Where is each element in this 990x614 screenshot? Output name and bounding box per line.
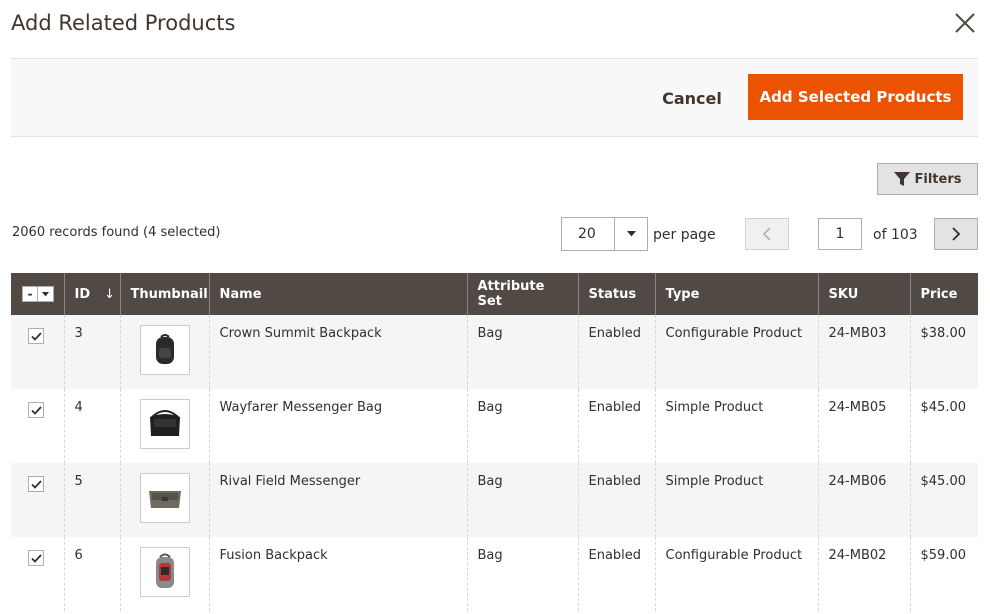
column-header-id[interactable]: ID ↓ <box>63 273 120 315</box>
column-header-sku[interactable]: SKU <box>817 273 910 315</box>
close-icon[interactable] <box>952 10 978 36</box>
column-header-thumbnail: Thumbnail <box>119 273 209 315</box>
cell-attribute-set: Bag <box>466 315 578 389</box>
total-pages: of 103 <box>873 227 918 243</box>
cell-attribute-set: Bag <box>466 537 578 611</box>
table-row[interactable]: 4 Wayfarer Messenger Bag Bag Enabled Sim… <box>11 389 978 463</box>
previous-page-button[interactable] <box>745 218 789 250</box>
messenger-bag-image <box>149 410 180 436</box>
cell-name: Fusion Backpack <box>208 537 467 611</box>
add-selected-products-button[interactable]: Add Selected Products <box>748 74 963 120</box>
column-header-type[interactable]: Type <box>654 273 818 315</box>
product-thumbnail[interactable] <box>139 325 190 375</box>
cell-attribute-set: Bag <box>466 463 578 537</box>
grid-header-row: - ID ↓ Thumbnail Name Attribute Set Statu… <box>11 273 978 315</box>
cell-id: 6 <box>63 537 120 611</box>
per-page-select[interactable]: 20 <box>561 217 648 251</box>
column-header-name[interactable]: Name <box>208 273 467 315</box>
cell-name: Crown Summit Backpack <box>208 315 467 389</box>
column-header-attribute-set[interactable]: Attribute Set <box>466 273 578 315</box>
mass-select-header[interactable]: - <box>11 273 64 315</box>
backpack-image <box>155 553 174 588</box>
per-page-value: 20 <box>578 226 596 242</box>
cell-name: Rival Field Messenger <box>208 463 467 537</box>
product-thumbnail[interactable] <box>139 547 190 597</box>
table-row[interactable]: 6 Fusion Backpack Bag Enabled Configurab… <box>11 537 978 611</box>
row-checkbox[interactable] <box>28 328 44 344</box>
records-count: 2060 records found (4 selected) <box>12 225 221 240</box>
filters-button[interactable]: Filters <box>877 163 978 195</box>
cell-id: 5 <box>63 463 120 537</box>
cell-id: 3 <box>63 315 120 389</box>
column-id-label: ID <box>74 286 91 302</box>
cell-price: $45.00 <box>909 389 978 463</box>
column-header-price[interactable]: Price <box>909 273 978 315</box>
row-checkbox[interactable] <box>28 402 44 418</box>
table-row[interactable]: 5 Rival Field Messenger Bag Enabled Simp… <box>11 463 978 537</box>
cell-sku: 24-MB03 <box>817 315 910 389</box>
per-page-label: per page <box>653 227 716 243</box>
row-checkbox[interactable] <box>28 476 44 492</box>
per-page-dropdown-toggle[interactable] <box>614 218 647 250</box>
checkmark-icon <box>30 553 42 563</box>
cell-sku: 24-MB05 <box>817 389 910 463</box>
cell-attribute-set: Bag <box>466 389 578 463</box>
filter-icon <box>893 171 910 186</box>
sort-desc-icon: ↓ <box>104 286 116 302</box>
products-grid: - ID ↓ Thumbnail Name Attribute Set Statu… <box>11 273 978 611</box>
checkmark-icon <box>30 405 42 415</box>
backpack-image <box>155 334 174 364</box>
chevron-right-icon <box>952 227 961 241</box>
cell-status: Enabled <box>577 315 655 389</box>
modal-title: Add Related Products <box>11 11 236 35</box>
cell-price: $45.00 <box>909 463 978 537</box>
column-header-status[interactable]: Status <box>577 273 655 315</box>
product-thumbnail[interactable] <box>139 399 190 449</box>
cell-type: Configurable Product <box>654 537 818 611</box>
table-row[interactable]: 3 Crown Summit Backpack Bag Enabled Conf… <box>11 315 978 389</box>
cell-price: $59.00 <box>909 537 978 611</box>
cancel-button[interactable]: Cancel <box>653 86 731 110</box>
cell-price: $38.00 <box>909 315 978 389</box>
caret-down-icon <box>626 231 636 237</box>
cell-type: Simple Product <box>654 389 818 463</box>
cell-status: Enabled <box>577 389 655 463</box>
current-page-input[interactable] <box>818 218 862 250</box>
cell-sku: 24-MB06 <box>817 463 910 537</box>
cell-type: Simple Product <box>654 463 818 537</box>
messenger-bag-image <box>148 491 181 508</box>
cell-status: Enabled <box>577 463 655 537</box>
cell-sku: 24-MB02 <box>817 537 910 611</box>
chevron-left-icon <box>762 227 771 241</box>
row-checkbox[interactable] <box>28 550 44 566</box>
cell-status: Enabled <box>577 537 655 611</box>
checkmark-icon <box>30 331 42 341</box>
cell-id: 4 <box>63 389 120 463</box>
cell-name: Wayfarer Messenger Bag <box>208 389 467 463</box>
next-page-button[interactable] <box>934 218 978 250</box>
mass-select-label: - <box>27 287 33 301</box>
caret-down-icon <box>42 291 49 296</box>
cell-type: Configurable Product <box>654 315 818 389</box>
filters-label: Filters <box>914 171 962 187</box>
mass-select-control[interactable]: - <box>22 286 54 302</box>
checkmark-icon <box>30 479 42 489</box>
product-thumbnail[interactable] <box>139 473 190 523</box>
